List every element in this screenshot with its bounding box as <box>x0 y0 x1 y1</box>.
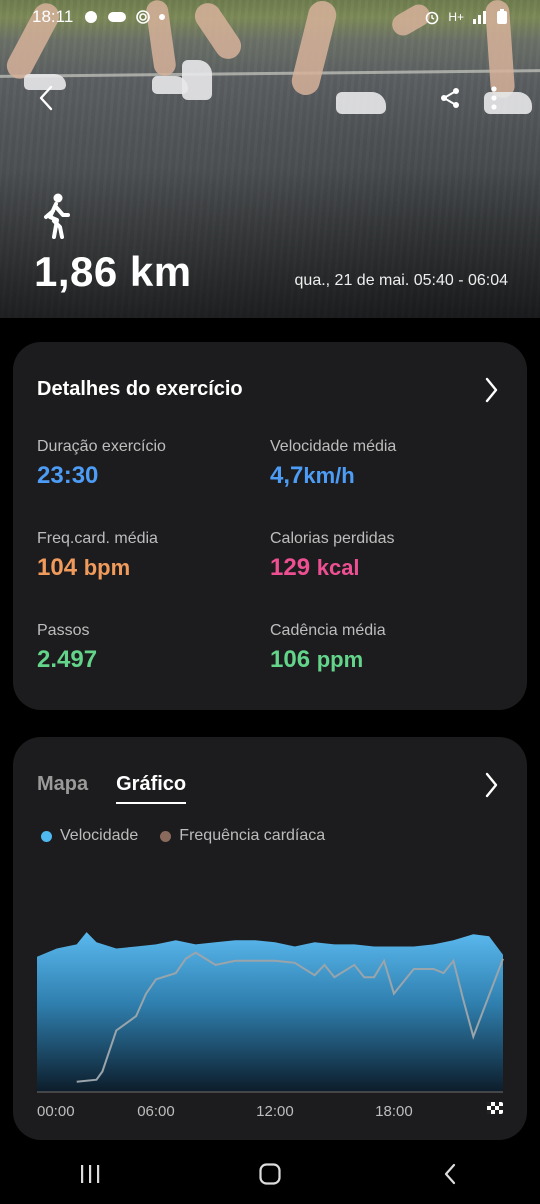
metric-label: Duração exercício <box>37 438 166 455</box>
metric-value: 4,7km/h <box>270 462 396 490</box>
metric-value: 106 ppm <box>270 646 386 674</box>
metric-unit: kcal <box>316 555 360 580</box>
metric-unit: ppm <box>316 647 364 672</box>
status-notification-icons <box>83 9 166 25</box>
speed-area <box>37 932 503 1092</box>
recent-apps-button[interactable] <box>60 1154 120 1194</box>
alarm-icon <box>426 11 439 25</box>
walking-icon <box>44 193 70 239</box>
metric-value: 129 kcal <box>270 554 395 582</box>
share-icon <box>441 88 459 108</box>
speed-heart-rate-chart: 00:00 06:00 12:00 18:00 <box>37 932 504 1120</box>
system-back-button[interactable] <box>420 1154 480 1194</box>
status-bar: 18:11 H+ <box>0 0 540 34</box>
photo-runner-shoe <box>182 60 212 100</box>
share-button[interactable] <box>432 80 468 116</box>
metric-number: 23:30 <box>37 462 99 489</box>
metric-label: Freq.card. média <box>37 530 158 547</box>
photo-runner-shoe <box>336 92 386 114</box>
metric-value: 104 bpm <box>37 554 158 582</box>
exercise-details-card[interactable]: Detalhes do exercício Duração exercício … <box>13 342 527 710</box>
metric-calories: Calorias perdidas 129 kcal <box>270 530 395 582</box>
metric-number: 106 <box>270 646 311 673</box>
metric-value: 23:30 <box>37 462 166 490</box>
notification-icon <box>85 11 98 23</box>
back-button[interactable] <box>28 80 64 116</box>
metric-number: 129 <box>270 554 311 581</box>
x-tick-label: 18:00 <box>375 1103 413 1120</box>
more-options-button[interactable] <box>476 80 512 116</box>
metric-unit: km/h <box>303 463 355 488</box>
metric-avg-cadence: Cadência média 106 ppm <box>270 622 386 674</box>
exercise-details-title: Detalhes do exercício <box>37 378 243 400</box>
recent-apps-icon <box>81 1165 100 1183</box>
finish-flag-icon <box>487 1102 503 1114</box>
x-tick-label: 12:00 <box>256 1103 294 1120</box>
battery-icon <box>497 9 507 24</box>
back-chevron-icon <box>444 1163 456 1185</box>
metric-label: Passos <box>37 622 90 639</box>
metric-label: Calorias perdidas <box>270 530 395 547</box>
home-icon <box>259 1163 281 1185</box>
back-arrow-icon <box>39 85 53 111</box>
metric-unit: bpm <box>83 555 131 580</box>
x-tick-label: 00:00 <box>37 1103 75 1120</box>
metric-number: 4,7 <box>270 462 304 489</box>
metric-avg-heart-rate: Freq.card. média 104 bpm <box>37 530 158 582</box>
signal-icon <box>473 11 486 24</box>
chevron-right-icon[interactable] <box>481 376 501 404</box>
workout-datetime: qua., 21 de mai. 05:40 - 06:04 <box>294 272 508 289</box>
status-time: 18:11 <box>32 7 74 26</box>
more-notifications-dot-icon <box>159 14 166 20</box>
metric-label: Velocidade média <box>270 438 397 455</box>
metric-label: Cadência média <box>270 622 386 639</box>
metric-number: 2.497 <box>37 646 98 673</box>
wear-icon <box>108 12 127 22</box>
metric-number: 104 <box>37 554 78 581</box>
road-lane-line <box>0 69 540 78</box>
metric-value: 2.497 <box>37 646 97 674</box>
graph-card: Mapa Gráfico Velocidade Frequência cardí… <box>13 737 527 1140</box>
fingerprint-icon <box>136 10 151 24</box>
more-vertical-icon <box>491 86 497 110</box>
system-navigation-bar <box>0 1144 540 1204</box>
metric-steps: Passos 2.497 <box>37 622 97 674</box>
status-system-icons: H+ <box>424 9 508 25</box>
network-type: H+ <box>448 10 464 24</box>
x-tick-label: 06:00 <box>137 1103 175 1120</box>
home-button[interactable] <box>240 1154 300 1194</box>
metric-avg-speed: Velocidade média 4,7km/h <box>270 438 396 490</box>
metric-duration: Duração exercício 23:30 <box>37 438 166 490</box>
distance-value: 1,86 km <box>34 248 192 295</box>
